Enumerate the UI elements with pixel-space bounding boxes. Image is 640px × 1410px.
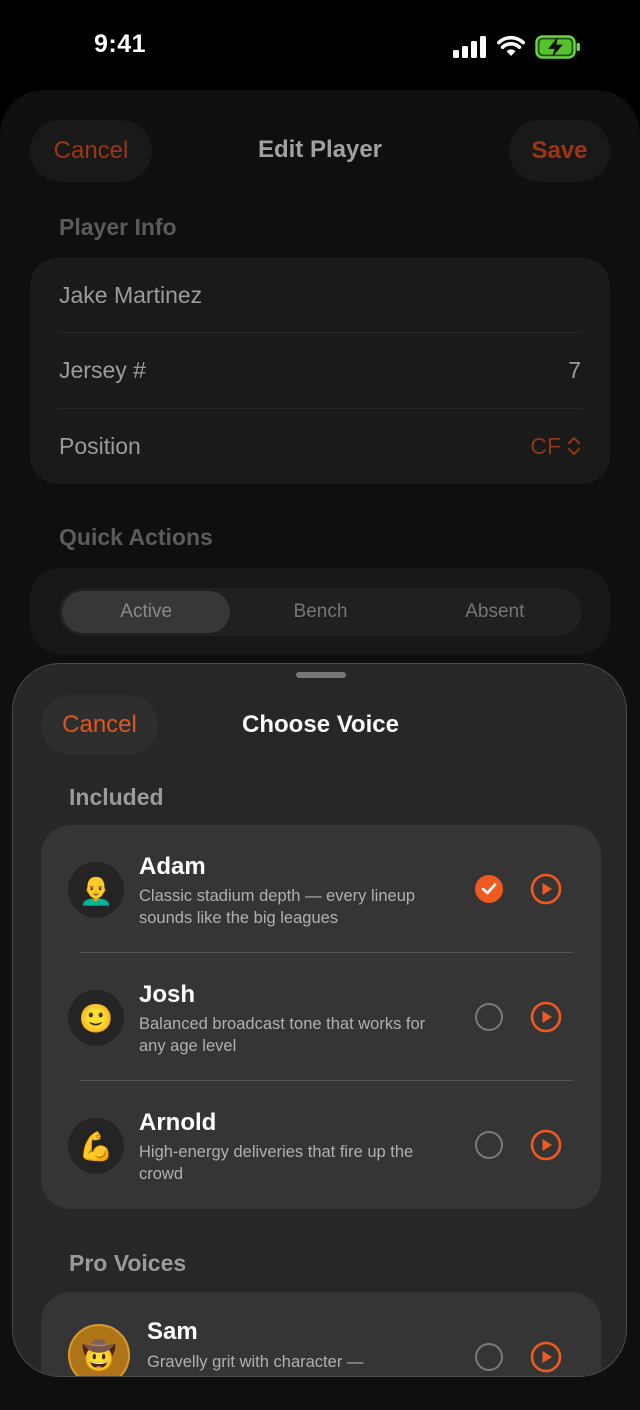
- player-info-heading: Player Info: [59, 214, 177, 240]
- voice-description: Gravelly grit with character —: [147, 1353, 364, 1371]
- included-voices-card: 👨‍🦲 Adam Classic stadium depth — every l…: [41, 825, 601, 1209]
- position-value-wrapper[interactable]: CF: [530, 433, 581, 460]
- jersey-value: 7: [568, 356, 581, 383]
- chevron-up-down-icon: [567, 436, 581, 456]
- voice-description: High-energy deliveries that fire up the …: [139, 1143, 414, 1183]
- avatar: 👨‍🦲: [68, 862, 124, 918]
- choose-voice-sheet: Cancel Choose Voice Included 👨‍🦲 Adam Cl…: [12, 663, 627, 1377]
- radio-button[interactable]: [475, 1003, 503, 1031]
- voice-row-sam[interactable]: 🤠 Sam Gravelly grit with character —: [41, 1292, 601, 1376]
- avatar: 🤠: [68, 1324, 130, 1376]
- voice-description: Balanced broadcast tone that works for a…: [139, 1015, 426, 1055]
- avatar: 💪: [68, 1118, 124, 1174]
- avatar: 🙂: [68, 990, 124, 1046]
- player-name-field[interactable]: Jake Martinez: [59, 258, 581, 333]
- voice-row-arnold[interactable]: 💪 Arnold High-energy deliveries that fir…: [41, 1081, 601, 1209]
- voice-name: Sam: [147, 1318, 198, 1345]
- segment-active[interactable]: Active: [62, 591, 231, 633]
- voice-name: Adam: [139, 853, 206, 880]
- status-bar: 9:41: [0, 0, 640, 92]
- included-heading: Included: [69, 784, 164, 810]
- voice-name: Josh: [139, 981, 196, 1008]
- cellular-signal-icon: [453, 36, 486, 58]
- segment-bench[interactable]: Bench: [236, 591, 404, 633]
- sheet-title: Choose Voice: [242, 711, 399, 738]
- voice-name: Arnold: [139, 1109, 217, 1136]
- voice-row-adam[interactable]: 👨‍🦲 Adam Classic stadium depth — every l…: [41, 825, 601, 953]
- voice-row-josh[interactable]: 🙂 Josh Balanced broadcast tone that work…: [41, 953, 601, 1081]
- quick-actions-card: Active Bench Absent: [30, 568, 610, 654]
- battery-charging-icon: [535, 35, 580, 59]
- voice-description: Classic stadium depth — every lineup sou…: [139, 887, 416, 927]
- pro-voices-card: 🤠 Sam Gravelly grit with character —: [41, 1292, 601, 1376]
- radio-button[interactable]: [475, 1343, 503, 1371]
- sheet-grabber[interactable]: [296, 672, 346, 678]
- play-preview-icon[interactable]: [530, 1001, 562, 1033]
- segment-absent[interactable]: Absent: [411, 591, 579, 633]
- play-preview-icon[interactable]: [530, 873, 562, 905]
- status-segmented-control: Active Bench Absent: [59, 588, 582, 636]
- position-label: Position: [59, 432, 141, 459]
- play-preview-icon[interactable]: [530, 1129, 562, 1161]
- wifi-icon: [497, 35, 525, 56]
- pro-voices-heading: Pro Voices: [69, 1250, 187, 1276]
- position-picker[interactable]: Position CF: [59, 408, 581, 483]
- quick-actions-heading: Quick Actions: [59, 524, 213, 550]
- player-info-card: Jake Martinez Jersey # 7 Position CF: [30, 258, 610, 484]
- status-time: 9:41: [94, 30, 147, 58]
- save-button[interactable]: Save: [509, 120, 610, 182]
- player-name-value: Jake Martinez: [59, 282, 203, 308]
- play-preview-icon[interactable]: [530, 1341, 562, 1373]
- jersey-label: Jersey #: [59, 356, 146, 383]
- jersey-number-field[interactable]: Jersey # 7: [59, 332, 581, 407]
- selected-checkmark-icon[interactable]: [475, 875, 503, 903]
- radio-button[interactable]: [475, 1131, 503, 1159]
- position-value: CF: [530, 432, 561, 459]
